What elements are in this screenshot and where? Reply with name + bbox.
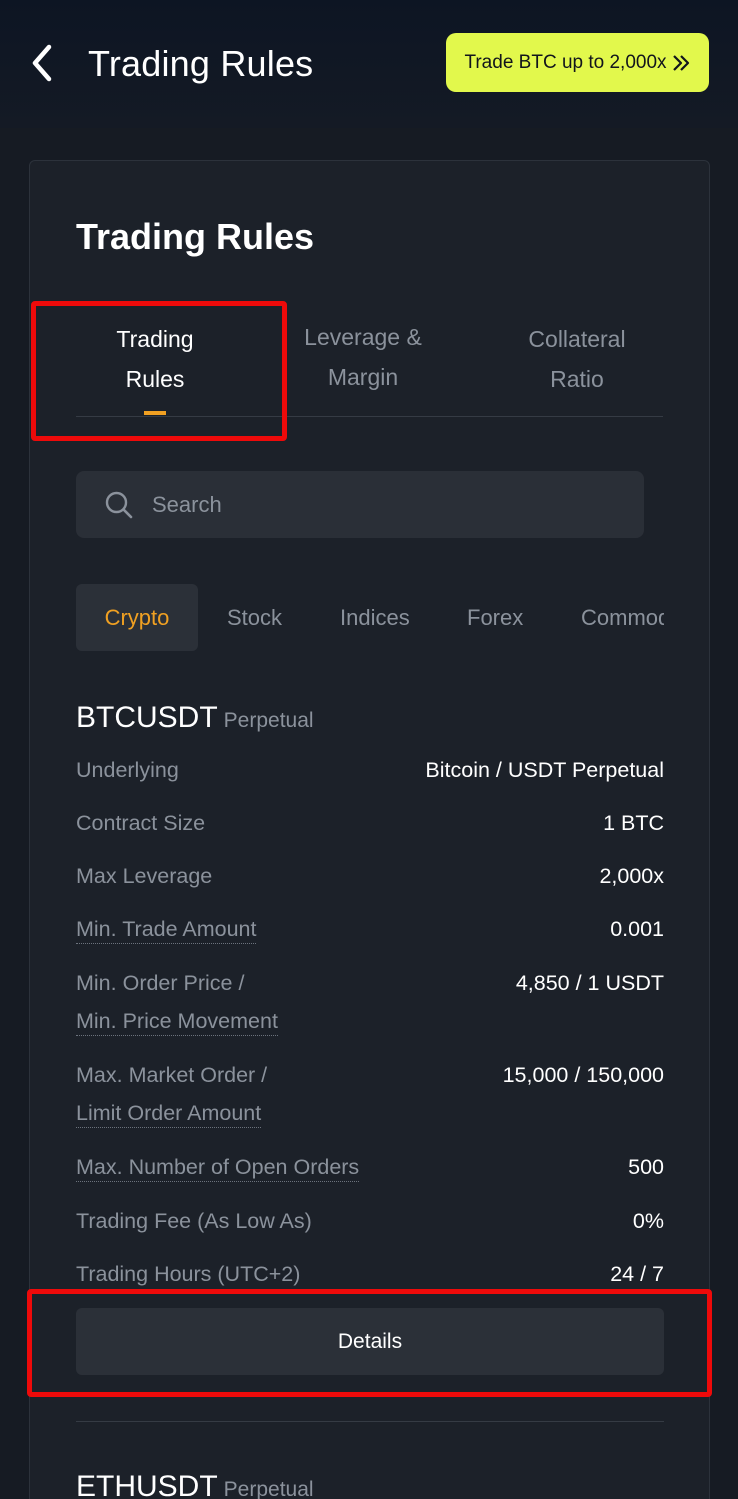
category-forex[interactable]: Forex xyxy=(467,584,523,651)
category-indices[interactable]: Indices xyxy=(340,584,410,651)
instrument-type: Perpetual xyxy=(223,709,314,732)
search-box[interactable] xyxy=(76,471,644,538)
tooltip-label[interactable]: Min. Trade Amount xyxy=(76,910,257,948)
tab-collateral-ratio[interactable]: Collateral Ratio xyxy=(514,319,640,399)
category-crypto[interactable]: Crypto xyxy=(76,584,198,651)
instrument-type: Perpetual xyxy=(223,1478,314,1499)
category-stock[interactable]: Stock xyxy=(227,584,282,651)
instrument-header: ETHUSDT Perpetual xyxy=(76,1469,314,1499)
double-chevron-right-icon xyxy=(672,54,689,71)
divider xyxy=(76,1421,664,1422)
card-title: Trading Rules xyxy=(76,216,315,257)
category-commodities[interactable]: Commodities xyxy=(581,584,664,651)
instrument-symbol: BTCUSDT xyxy=(76,701,218,734)
tooltip-label[interactable]: Min. Order Price / Min. Price Movement xyxy=(76,964,278,1040)
details-button[interactable]: Details xyxy=(76,1308,664,1375)
search-icon xyxy=(105,491,133,519)
instrument-header: BTCUSDT Perpetual xyxy=(76,700,314,739)
active-tab-indicator xyxy=(144,411,166,415)
instrument-symbol: ETHUSDT xyxy=(76,1470,218,1499)
tooltip-label[interactable]: Max. Number of Open Orders xyxy=(76,1148,360,1186)
category-filter: Crypto Stock Indices Forex Commodities xyxy=(76,584,664,651)
rules-tabs: Trading Rules Leverage & Margin Collater… xyxy=(76,321,663,417)
back-button[interactable] xyxy=(22,40,62,86)
promo-label: Trade BTC up to 2,000x xyxy=(464,51,667,73)
trading-rules-card: Trading Rules Trading Rules Leverage & M… xyxy=(29,160,710,1499)
tab-leverage-margin[interactable]: Leverage & Margin xyxy=(286,317,440,397)
chevron-left-icon xyxy=(32,44,52,82)
tab-trading-rules[interactable]: Trading Rules xyxy=(96,319,214,399)
top-bar: Trading Rules Trade BTC up to 2,000x xyxy=(0,0,738,128)
search-input[interactable] xyxy=(152,471,622,538)
tooltip-label[interactable]: Max. Market Order / Limit Order Amount xyxy=(76,1056,267,1132)
trade-btc-promo-button[interactable]: Trade BTC up to 2,000x xyxy=(446,33,709,92)
page-title: Trading Rules xyxy=(88,43,314,84)
